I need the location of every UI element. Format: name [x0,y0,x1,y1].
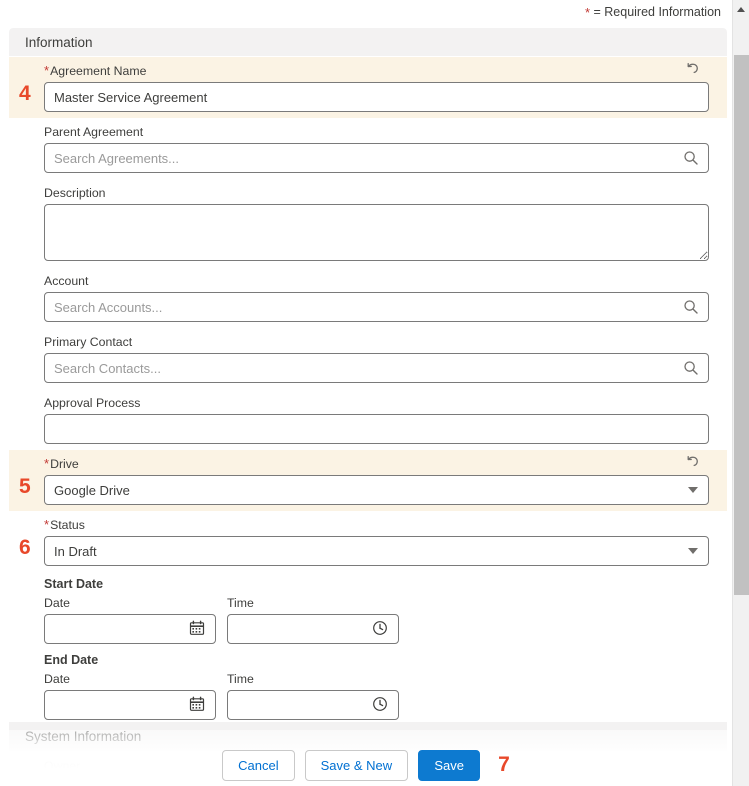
end-date-time-col: Time [227,671,399,720]
control-agreement-name [44,82,709,112]
required-marker: * [44,456,50,471]
field-drive: 5 *Drive [9,450,727,511]
annotation-4: 4 [19,82,31,105]
annotation-5: 5 [19,475,31,498]
start-date-date-col: Date [44,595,216,644]
label-end-time: Time [227,672,254,686]
label-primary-contact: Primary Contact [44,335,133,349]
description-textarea[interactable] [44,204,709,261]
control-parent-agreement [44,143,709,173]
start-date-row: Date Time [44,595,702,644]
label-description: Description [44,186,106,200]
label-account: Account [44,274,89,288]
control-status [44,536,709,566]
end-date-title: End Date [44,653,99,667]
label-approval-process: Approval Process [44,396,141,410]
end-date-input[interactable] [44,690,216,720]
required-information-note: * = Required Information [0,4,727,21]
start-date-input[interactable] [44,614,216,644]
field-account: Account [9,267,727,328]
record-edit-modal: * = Required Information Information 4 *… [0,0,749,786]
start-time-input[interactable] [227,614,399,644]
status-select[interactable] [44,536,709,566]
label-text: Agreement Name [50,64,147,78]
system-section-title: System Information [25,729,142,744]
end-date-row: Date Time [44,671,702,720]
control-description [44,204,709,261]
label-end-date: Date [44,672,70,686]
section-title: Information [25,34,93,50]
field-description: Description [9,179,727,267]
field-agreement-name: 4 *Agreement Name [9,57,727,118]
save-and-new-button[interactable]: Save & New [304,749,409,781]
label-agreement-name: *Agreement Name [44,63,702,79]
undo-icon[interactable] [685,61,701,77]
required-information-label: = Required Information [593,5,721,19]
form-body: 4 *Agreement Name Parent Agreement [9,57,727,724]
annotation-7: 7 [498,753,510,776]
label-start-time: Time [227,596,254,610]
field-primary-contact: Primary Contact [9,328,727,389]
vertical-scrollbar[interactable] [732,0,749,786]
information-card: Information 4 *Agreement Name Master Ser… [9,28,727,768]
label-status: *Status [44,517,702,533]
control-primary-contact [44,353,709,383]
label-start-date: Date [44,596,70,610]
drive-select[interactable] [44,475,709,505]
control-account [44,292,709,322]
agreement-name-input[interactable] [44,82,709,112]
label-text: Drive [50,457,79,471]
field-status: 6 *Status [9,511,727,572]
undo-icon[interactable] [685,454,701,470]
approval-process-input[interactable] [44,414,709,444]
start-date-time-col: Time [227,595,399,644]
control-approval-process [44,414,709,444]
control-drive [44,475,709,505]
label-text: Status [50,518,85,532]
parent-agreement-input[interactable] [44,143,709,173]
field-parent-agreement: Parent Agreement [9,118,727,179]
group-start-date: Start Date Date Time [9,572,727,648]
end-date-date-col: Date [44,671,216,720]
label-parent-agreement: Parent Agreement [44,125,144,139]
section-header-information: Information [9,28,727,57]
scroll-up-arrow-icon[interactable] [733,0,749,17]
cancel-button[interactable]: Cancel [222,749,295,781]
primary-contact-input[interactable] [44,353,709,383]
group-end-date: End Date Date Time [9,648,727,724]
required-marker: * [44,517,50,532]
field-approval-process: Approval Process [9,389,727,450]
annotation-6: 6 [19,536,31,559]
modal-footer: Cancel Save & New Save 7 [0,744,732,786]
end-time-input[interactable] [227,690,399,720]
label-drive: *Drive [44,456,702,472]
save-button[interactable]: Save [418,749,481,781]
required-marker: * [44,63,50,78]
required-asterisk: * [584,5,590,20]
scrollbar-thumb[interactable] [734,55,749,595]
start-date-title: Start Date [44,577,104,591]
account-input[interactable] [44,292,709,322]
